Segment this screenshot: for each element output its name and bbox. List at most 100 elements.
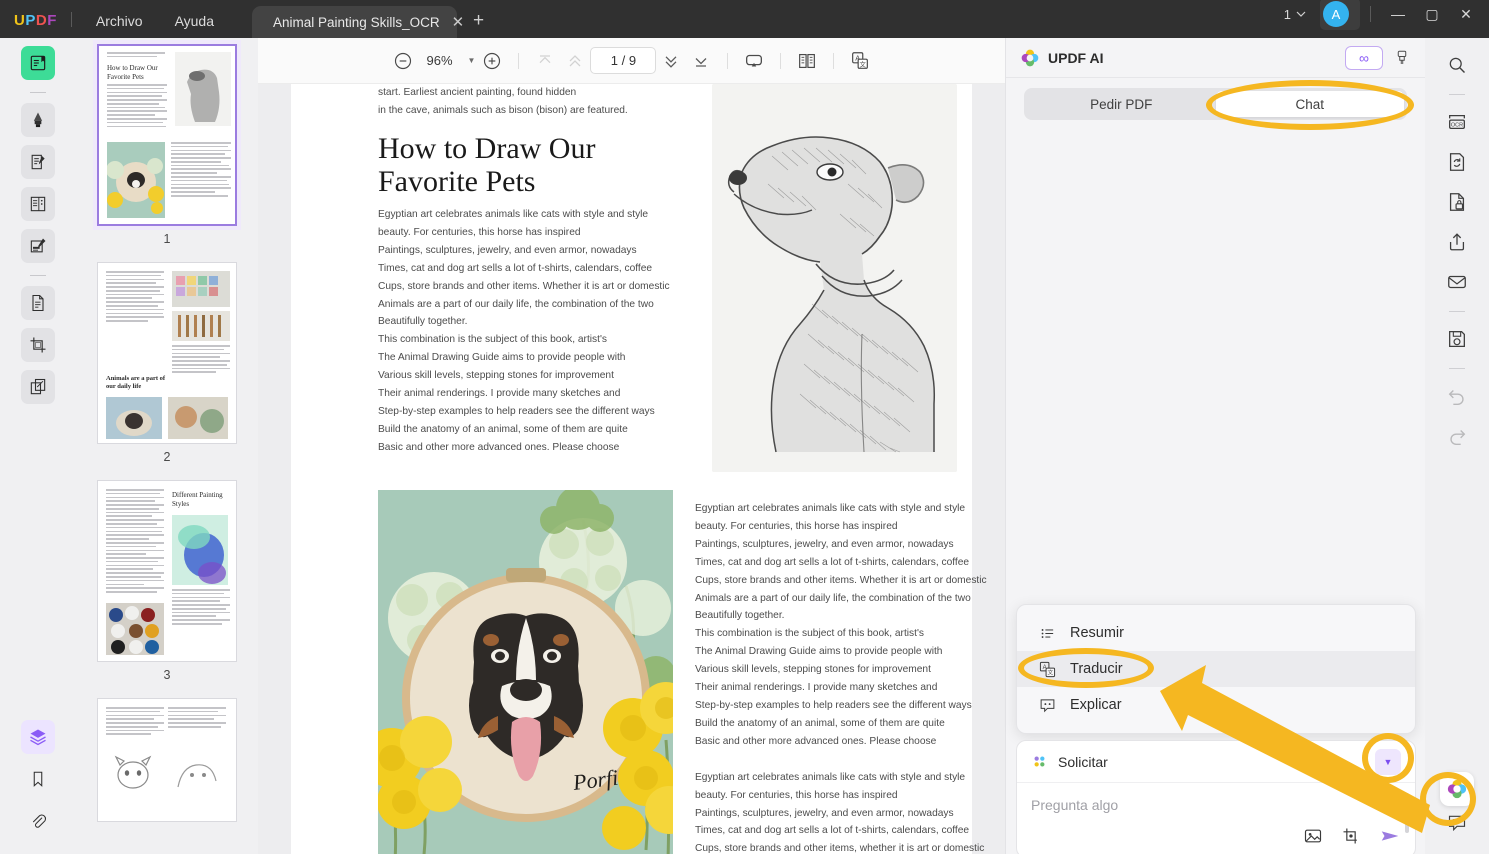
- body-line: Paintings, sculptures, jewelry, and even…: [695, 538, 954, 550]
- page-indicator-input[interactable]: 1 / 9: [590, 47, 657, 74]
- embroidery-hoop-photo: Porfirio: [378, 490, 673, 854]
- thumb-title: How to Draw Our Favorite Pets: [107, 64, 158, 81]
- tab-pedir-pdf[interactable]: Pedir PDF: [1027, 91, 1216, 117]
- first-page-button[interactable]: [530, 46, 560, 76]
- body-line: Egyptian art celebrates animals like cat…: [695, 771, 966, 783]
- thumbnail-panel[interactable]: How to Draw Our Favorite Pets 1 Animals …: [76, 38, 258, 854]
- menu-archivo[interactable]: Archivo: [80, 13, 159, 38]
- sidebar-item-attachments[interactable]: [21, 804, 55, 838]
- edit-document-icon: [31, 154, 45, 170]
- thumbnail-item[interactable]: Animals are a part of our daily life 2: [76, 262, 258, 480]
- redo-tool-button[interactable]: [1440, 419, 1474, 453]
- send-icon[interactable]: [1379, 825, 1401, 847]
- suggestion-traducir[interactable]: A 文 Traducir: [1017, 651, 1415, 687]
- sidebar-item-organize-pages[interactable]: [21, 370, 55, 404]
- zoom-in-button[interactable]: [477, 46, 507, 76]
- previous-page-icon: [570, 54, 581, 66]
- body-line: Their animal renderings. I provide many …: [695, 682, 938, 694]
- thumbnail-page-3[interactable]: Different Painting Styles: [97, 480, 237, 662]
- composer-input-area[interactable]: Pregunta algo: [1017, 783, 1415, 854]
- thumbnail-item[interactable]: How to Draw Our Favorite Pets 1: [76, 44, 258, 262]
- book-reader-icon: [30, 55, 46, 71]
- maximize-button[interactable]: ▢: [1415, 2, 1449, 26]
- share-upload-icon: [1449, 233, 1465, 251]
- thumbnail-page-4[interactable]: [97, 698, 237, 822]
- convert-tool-button[interactable]: [1440, 145, 1474, 179]
- close-window-button[interactable]: ✕: [1449, 2, 1483, 26]
- page-layout-button[interactable]: [792, 46, 822, 76]
- ai-header-actions: ∞: [1345, 45, 1411, 70]
- comment-button[interactable]: [1440, 806, 1474, 840]
- unlimited-credits-badge[interactable]: ∞: [1345, 45, 1383, 70]
- updf-ai-flower-icon: [1447, 779, 1467, 799]
- sidebar-item-form[interactable]: [21, 187, 55, 221]
- undo-icon: [1448, 390, 1464, 405]
- undo-tool-button[interactable]: [1440, 379, 1474, 413]
- chevron-down-icon: [1296, 11, 1306, 17]
- sidebar-item-edit-pdf[interactable]: [21, 145, 55, 179]
- body-line: Egyptian art celebrates animals like cat…: [378, 209, 649, 220]
- translate-document-button[interactable]: A 文: [845, 46, 875, 76]
- presentation-mode-button[interactable]: [739, 46, 769, 76]
- body-line: The Animal Drawing Guide aims to provide…: [695, 646, 943, 658]
- body-line: The Animal Drawing Guide aims to provide…: [378, 352, 626, 364]
- search-tool-button[interactable]: [1440, 48, 1474, 82]
- zoom-out-button[interactable]: [388, 46, 418, 76]
- next-page-button[interactable]: [656, 46, 686, 76]
- suggestion-explicar[interactable]: Explicar: [1017, 687, 1415, 723]
- zoom-in-icon: [484, 52, 501, 69]
- zoom-level-value[interactable]: 96%: [418, 53, 462, 68]
- composer-scrollbar[interactable]: [1405, 793, 1409, 833]
- account-avatar-wrapper[interactable]: A: [1320, 0, 1360, 30]
- page-title-line-2: Favorite Pets: [378, 165, 536, 198]
- composer-mode-dropdown[interactable]: ▼: [1375, 748, 1401, 775]
- suggestion-resumir[interactable]: Resumir: [1017, 615, 1415, 651]
- sidebar-item-reader[interactable]: [21, 46, 55, 80]
- document-viewport[interactable]: start. Earliest ancient painting, found …: [258, 84, 1005, 854]
- tab-chat[interactable]: Chat: [1215, 91, 1404, 117]
- minimize-button[interactable]: —: [1381, 2, 1415, 26]
- body-line: Cups, store brands and other items, whet…: [695, 843, 985, 854]
- sidebar-item-highlighter[interactable]: [21, 103, 55, 137]
- right-rail-divider-1: [1449, 94, 1465, 95]
- document-tab[interactable]: Animal Painting Skills_OCR ✕: [252, 6, 464, 38]
- body-line: Times, cat and dog art sells a lot of t-…: [378, 262, 653, 274]
- thumbnail-page-2[interactable]: Animals are a part of our daily life: [97, 262, 237, 444]
- screenshot-capture-icon[interactable]: [1341, 826, 1361, 846]
- titlebar-right-controls: 1 A — ▢ ✕: [1284, 0, 1489, 38]
- ocr-tool-button[interactable]: OCR: [1440, 105, 1474, 139]
- sidebar-item-annotate[interactable]: [21, 229, 55, 263]
- brush-clear-icon[interactable]: [1393, 49, 1411, 67]
- close-tab-icon[interactable]: ✕: [452, 13, 465, 31]
- composer-actions: [1303, 825, 1401, 847]
- thumb-watercolor-photo: [172, 515, 228, 585]
- body-line: beauty. For centuries, this horse has in…: [695, 520, 898, 532]
- svg-text:OCR: OCR: [1451, 123, 1463, 129]
- sidebar-item-convert[interactable]: [21, 286, 55, 320]
- protect-tool-button[interactable]: [1440, 185, 1474, 219]
- window-count-selector[interactable]: 1: [1284, 7, 1306, 22]
- body-line: Paintings, sculptures, jewelry, and even…: [378, 244, 637, 256]
- updf-ai-button[interactable]: [1440, 772, 1474, 806]
- body-line: Their animal renderings. I provide many …: [378, 388, 621, 400]
- sidebar-item-crop[interactable]: [21, 328, 55, 362]
- thumb-lines-2: [168, 707, 226, 728]
- thumbnail-page-1[interactable]: How to Draw Our Favorite Pets: [97, 44, 237, 226]
- last-page-button[interactable]: [686, 46, 716, 76]
- thumbnail-item[interactable]: [76, 698, 258, 822]
- list-summary-icon: [1041, 628, 1054, 638]
- share-tool-button[interactable]: [1440, 225, 1474, 259]
- menu-ayuda[interactable]: Ayuda: [159, 13, 230, 38]
- new-tab-button[interactable]: +: [473, 10, 484, 32]
- ai-suggestion-menu: Resumir A 文 Traducir Explicar: [1016, 604, 1416, 734]
- save-tool-button[interactable]: [1440, 322, 1474, 356]
- previous-page-button[interactable]: [560, 46, 590, 76]
- image-attach-icon[interactable]: [1303, 826, 1323, 846]
- thumbnail-item[interactable]: Different Painting Styles 3: [76, 480, 258, 698]
- zoom-dropdown-icon[interactable]: ▼: [468, 56, 476, 65]
- page-title-line-1: How to Draw Our: [378, 132, 596, 165]
- email-tool-button[interactable]: [1440, 265, 1474, 299]
- sidebar-item-bookmarks[interactable]: [21, 762, 55, 796]
- sidebar-item-layers[interactable]: [21, 720, 55, 754]
- next-page-icon: [666, 55, 677, 68]
